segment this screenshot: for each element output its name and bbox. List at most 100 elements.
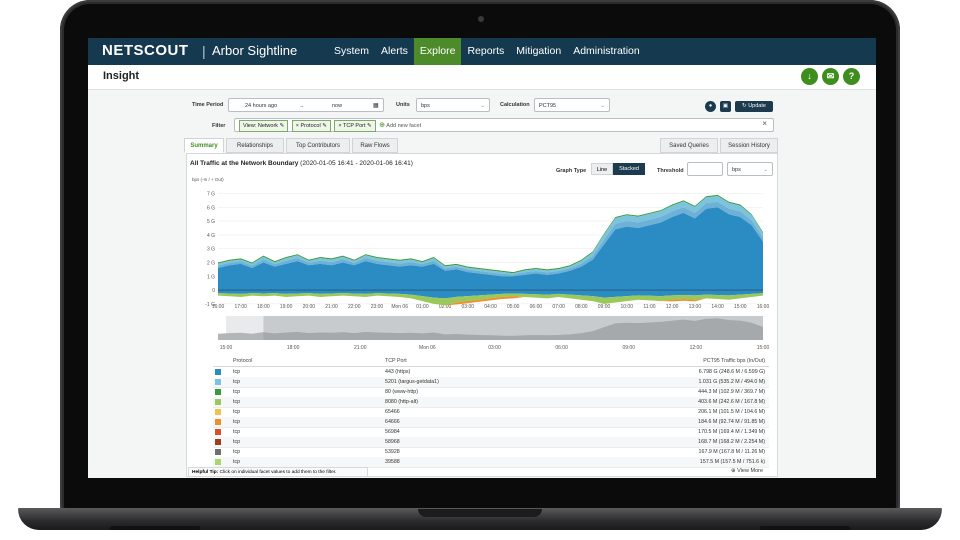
cell-traffic: 184.6 M (92.74 M / 91.85 M) xyxy=(698,419,765,425)
tab-saved-queries[interactable]: Saved Queries xyxy=(660,138,718,153)
filter-chip-tcp-port[interactable]: × TCP Port ✎ xyxy=(334,120,376,132)
cell-tcp-port[interactable]: 53928 xyxy=(385,447,400,457)
cell-tcp-port[interactable]: 64666 xyxy=(385,417,400,427)
cell-traffic: 1.031 G (535.2 M / 494.0 M) xyxy=(698,379,765,385)
series-swatch[interactable] xyxy=(215,389,221,395)
series-swatch[interactable] xyxy=(215,369,221,375)
cell-protocol[interactable]: tcp xyxy=(233,457,240,467)
time-period-field[interactable]: 24 hours ago → now ▦ xyxy=(228,98,384,112)
download-icon[interactable]: ↓ xyxy=(801,68,818,85)
nav-explore[interactable]: Explore xyxy=(413,38,462,65)
series-swatch[interactable] xyxy=(215,379,221,385)
save-icon[interactable]: ▣ xyxy=(720,101,731,112)
cell-protocol[interactable]: tcp xyxy=(233,377,240,387)
cell-protocol[interactable]: tcp xyxy=(233,427,240,437)
cell-tcp-port[interactable]: 5201 (targus-getdata1) xyxy=(385,377,439,387)
cell-tcp-port[interactable]: 65466 xyxy=(385,407,400,417)
laptop-foot xyxy=(760,526,850,530)
cell-traffic: 6.798 G (248.6 M / 6.599 G) xyxy=(698,369,765,375)
cell-protocol[interactable]: tcp xyxy=(233,387,240,397)
threshold-label: Threshold xyxy=(657,168,684,174)
cell-protocol[interactable]: tcp xyxy=(233,437,240,447)
time-period-label: Time Period xyxy=(192,102,224,108)
cell-tcp-port[interactable]: 56984 xyxy=(385,427,400,437)
page-title: Insight xyxy=(103,70,140,82)
calculation-select[interactable]: PCT95 ⌄ xyxy=(534,98,610,112)
x-tick-label: 09:00 xyxy=(598,304,611,310)
view-more-button[interactable]: ⊕ View More xyxy=(731,468,763,474)
x-tick-label: 11:00 xyxy=(643,304,655,310)
cell-tcp-port[interactable]: 80 (www-http) xyxy=(385,387,418,397)
cell-tcp-port[interactable]: 8080 (http-alt) xyxy=(385,397,418,407)
cell-protocol[interactable]: tcp xyxy=(233,417,240,427)
series-swatch[interactable] xyxy=(215,449,221,455)
tab-summary[interactable]: Summary xyxy=(184,138,224,153)
threshold-input[interactable] xyxy=(687,162,723,176)
camera-icon xyxy=(478,16,484,22)
cell-protocol[interactable]: tcp xyxy=(233,397,240,407)
x-tick-label: 06:00 xyxy=(530,304,543,310)
cell-traffic: 403.6 M (242.6 M / 167.8 M) xyxy=(698,399,765,405)
cell-traffic: 168.7 M (168.2 M / 2.254 M) xyxy=(698,439,765,445)
filter-chip-view[interactable]: View: Network ✎ xyxy=(239,120,289,132)
update-button[interactable]: ↻ Update xyxy=(735,101,773,112)
filter-chip-protocol[interactable]: × Protocol ✎ xyxy=(291,120,331,132)
tab-session-history[interactable]: Session History xyxy=(720,138,778,153)
overview-brush-chart[interactable]: 15:00 18:00 21:00 Mon 06 03:00 06:00 09:00 12:0… xyxy=(188,314,773,356)
cell-protocol[interactable]: tcp xyxy=(233,407,240,417)
nav-alerts[interactable]: Alerts xyxy=(375,38,414,65)
units-select[interactable]: bps ⌄ xyxy=(416,98,490,112)
cell-tcp-port[interactable]: 39588 xyxy=(385,457,400,467)
tab-raw-flows[interactable]: Raw Flows xyxy=(352,138,398,153)
tab-top-contributors[interactable]: Top Contributors xyxy=(286,138,350,153)
add-facet-link[interactable]: Add new facet xyxy=(386,123,421,129)
overview-tick-label: Mon 06 xyxy=(419,345,436,351)
x-tick-label: 21:00 xyxy=(325,304,338,310)
x-tick-label: 03:00 xyxy=(462,304,475,310)
series-swatch[interactable] xyxy=(215,459,221,465)
overview-tick-label: 12:00 xyxy=(690,345,703,351)
app-screen: NETSCOUT | Arbor Sightline System Alerts… xyxy=(88,38,876,478)
clear-filter-icon[interactable]: × xyxy=(762,119,767,129)
series-swatch[interactable] xyxy=(215,429,221,435)
email-icon[interactable]: ✉ xyxy=(822,68,839,85)
cell-tcp-port[interactable]: 443 (https) xyxy=(385,367,410,377)
graph-type-stacked-button[interactable]: Stacked xyxy=(613,163,645,175)
help-icon[interactable]: ? xyxy=(843,68,860,85)
bell-icon[interactable]: ● xyxy=(705,101,716,112)
cell-protocol[interactable]: tcp xyxy=(233,447,240,457)
brand-logo: NETSCOUT xyxy=(102,42,189,59)
nav-system[interactable]: System xyxy=(328,38,375,65)
y-tick-label: 5 G xyxy=(207,219,215,225)
x-tick-label: 04:00 xyxy=(484,304,497,310)
chevron-down-icon: ⌄ xyxy=(600,103,605,109)
main-nav: System Alerts Explore Reports Mitigation… xyxy=(328,38,646,65)
graph-type-line-button[interactable]: Line xyxy=(591,163,613,175)
brand-separator: | xyxy=(202,43,206,59)
series-swatch[interactable] xyxy=(215,419,221,425)
tab-relationships[interactable]: Relationships xyxy=(226,138,284,153)
cell-protocol[interactable]: tcp xyxy=(233,367,240,377)
y-tick-label: 4 G xyxy=(207,233,215,239)
filter-field[interactable]: View: Network ✎ × Protocol ✎ × TCP Port … xyxy=(234,118,774,132)
x-tick-label: 07:00 xyxy=(552,304,565,310)
cell-tcp-port[interactable]: 58968 xyxy=(385,437,400,447)
threshold-units-select[interactable]: bps ⌄ xyxy=(727,162,773,176)
series-swatch[interactable] xyxy=(215,399,221,405)
tip-label: Helpful Tip: xyxy=(192,470,219,475)
add-facet-icon[interactable]: ⊕ xyxy=(379,122,385,129)
cell-traffic: 170.5 M (169.4 M / 1.349 M) xyxy=(698,429,765,435)
series-swatch[interactable] xyxy=(215,409,221,415)
graph-type-label: Graph Type xyxy=(556,168,587,174)
nav-reports[interactable]: Reports xyxy=(461,38,510,65)
nav-administration[interactable]: Administration xyxy=(567,38,646,65)
series-swatch[interactable] xyxy=(215,439,221,445)
overview-tick-label: 09:00 xyxy=(622,345,635,351)
traffic-chart[interactable]: 7 G6 G5 G4 G3 G2 G1 G0-1 G16:00 17:00 18:0… xyxy=(188,182,773,312)
time-from: 24 hours ago xyxy=(245,103,278,109)
nav-mitigation[interactable]: Mitigation xyxy=(510,38,567,65)
chart-range: (2020-01-05 16:41 - 2020-01-06 16:41) xyxy=(300,160,413,167)
col-traffic: PCT95 Traffic bps (In/Out) xyxy=(703,358,765,364)
y-tick-label: 6 G xyxy=(207,205,215,211)
calendar-icon[interactable]: ▦ xyxy=(373,99,379,113)
